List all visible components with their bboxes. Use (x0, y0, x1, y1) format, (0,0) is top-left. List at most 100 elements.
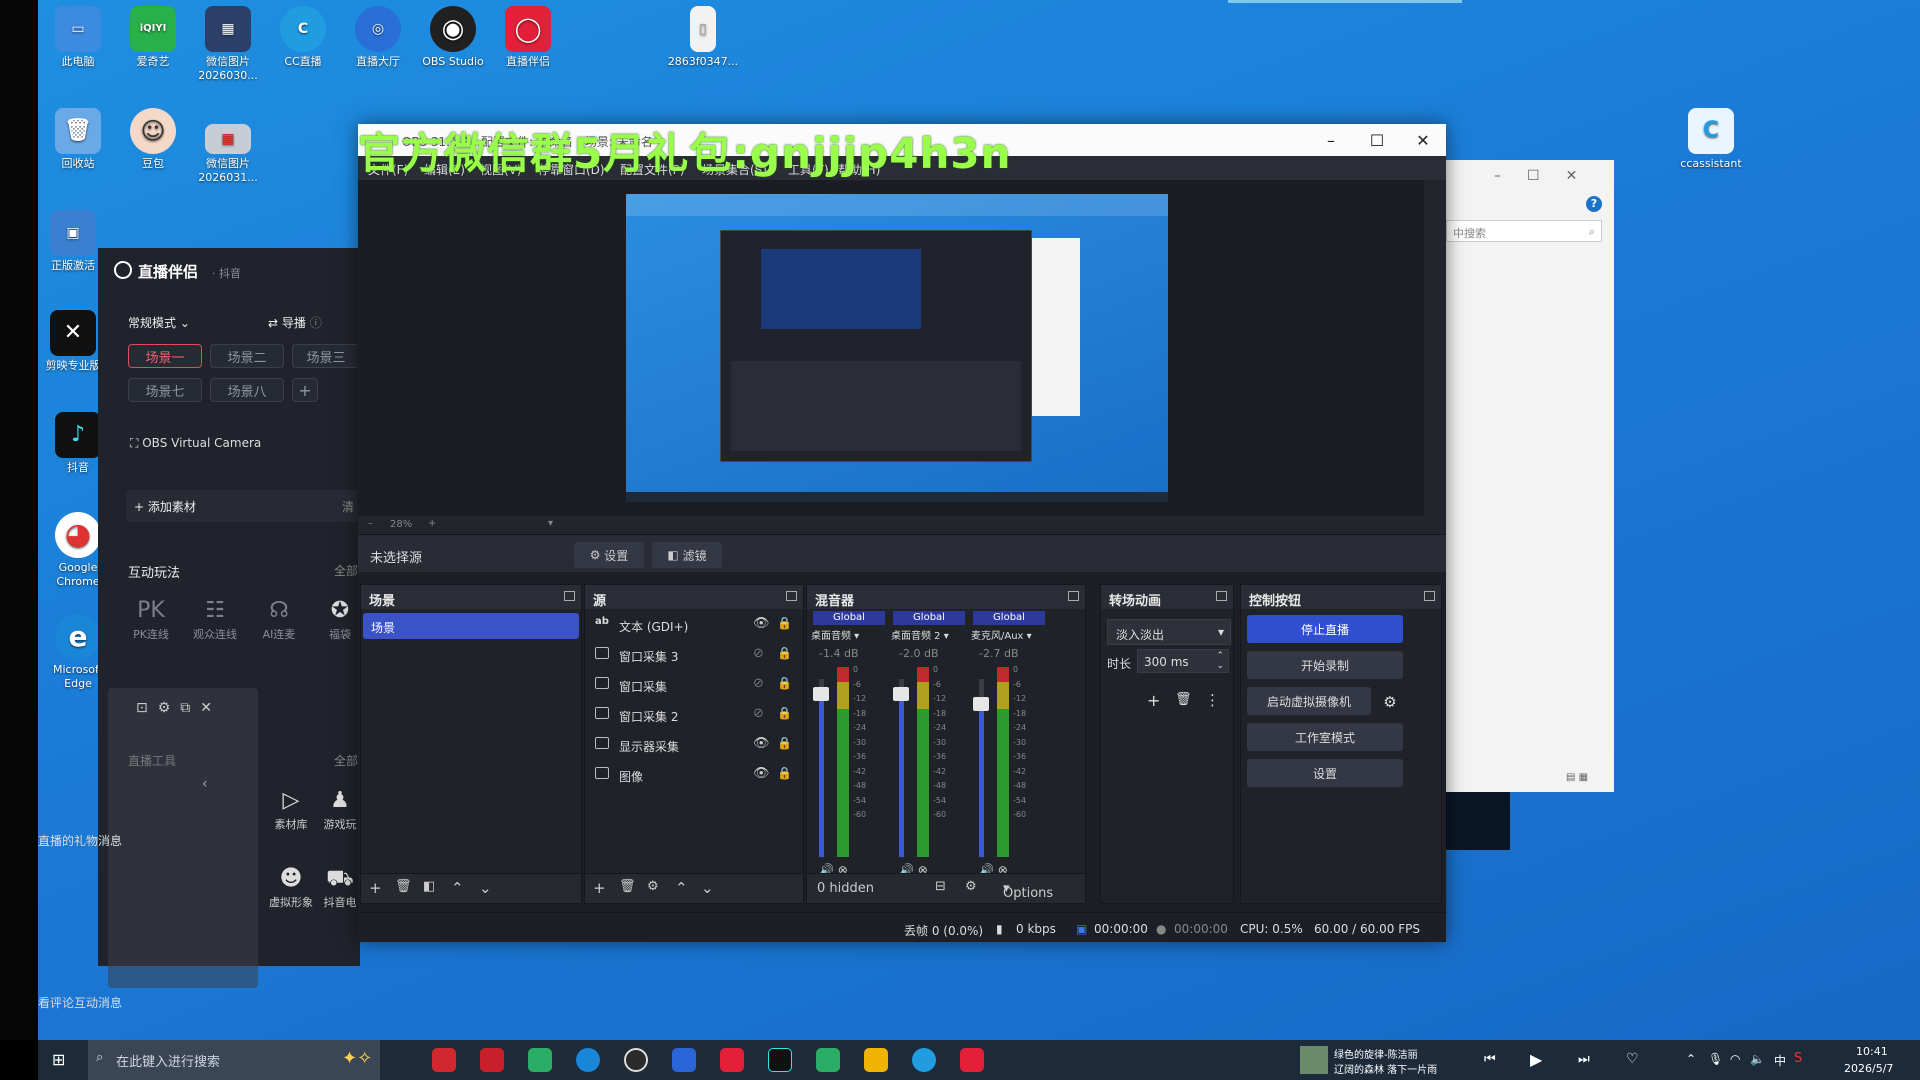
preview-scrollbar[interactable] (1424, 180, 1446, 516)
guide-button[interactable]: ⇄ 导播 ⓘ (268, 314, 322, 331)
channel-name-dropdown[interactable]: 桌面音频 ▾ (811, 627, 859, 642)
desktop-icon-wechat-image-1[interactable]: ▦ 微信图片 2026030... (188, 6, 268, 83)
interactive-all-link[interactable]: 全部 (334, 562, 358, 579)
companion-icon-2[interactable] (960, 1048, 984, 1072)
tool-material-lib[interactable]: ▷ 素材库 (268, 788, 314, 832)
desktop-icon-ccassistant[interactable]: Cccassistant (1671, 108, 1751, 171)
desktop-icon-companion[interactable]: ◯ 直播伴侣 (488, 6, 568, 69)
move-down-icon[interactable]: ⌄ (479, 879, 492, 897)
desktop-icon-live-hall[interactable]: ◎ 直播大厅 (338, 6, 418, 69)
lock-icon[interactable]: 🔒 (777, 736, 792, 750)
ime-indicator[interactable]: 中 (1774, 1052, 1786, 1069)
desktop-icon-wechat-image-2[interactable]: ▦ 微信图片 2026031... (188, 124, 268, 185)
eye-icon[interactable]: 👁 (753, 766, 770, 781)
cc-live-icon[interactable] (912, 1048, 936, 1072)
zoom-out-button[interactable]: – (368, 518, 373, 529)
eye-hidden-icon[interactable]: ⊘ (753, 706, 764, 721)
eye-icon[interactable]: 👁 (753, 616, 770, 631)
desktop-icon-iqiyi[interactable]: iQIYI 爱奇艺 (113, 6, 193, 69)
lock-icon[interactable]: 🔒 (777, 616, 792, 630)
scene-pill-2[interactable]: 场景二 (210, 344, 284, 368)
tray-overflow-icon[interactable]: ⌃ (1686, 1052, 1696, 1066)
desktop-icon-obs[interactable]: ◉ OBS Studio (413, 6, 493, 69)
preview-area[interactable] (358, 180, 1424, 516)
desktop-icon-recycle-bin[interactable]: 🗑 回收站 (38, 108, 118, 171)
zoom-dropdown-icon[interactable]: ▾ (548, 518, 553, 529)
source-item[interactable]: 窗口采集 3 ⊘ 🔒 (591, 643, 795, 667)
window-controls[interactable]: –☐✕ (1494, 168, 1603, 184)
undock-icon[interactable] (1216, 591, 1227, 601)
undock-icon[interactable] (564, 591, 575, 601)
desktop-icon-cc-live[interactable]: C CC直播 (263, 6, 343, 69)
tool-ai-link[interactable]: ☊ AI连麦 (256, 598, 302, 642)
stop-streaming-button[interactable]: 停止直播 (1247, 615, 1403, 643)
tool-pk[interactable]: PK PK连线 (128, 598, 174, 642)
add-transition-icon[interactable]: + (1147, 691, 1160, 710)
eye-hidden-icon[interactable]: ⊘ (753, 646, 764, 661)
volume-icon[interactable]: 🔈 (1750, 1052, 1765, 1066)
lock-icon[interactable]: 🔒 (777, 706, 792, 720)
maximize-button[interactable]: ☐ (1354, 124, 1400, 156)
eye-icon[interactable]: 👁 (753, 736, 770, 751)
undock-icon[interactable] (1424, 591, 1435, 601)
source-item[interactable]: ab 文本 (GDI+) 👁 🔒 (591, 613, 795, 637)
tool-shop[interactable]: ⛟ 抖音电 (320, 866, 360, 910)
explorer-search-input[interactable]: 中搜索 ⌕ (1446, 220, 1602, 242)
virtual-camera-settings-icon[interactable]: ⚙ (1377, 689, 1403, 715)
companion-icon[interactable] (720, 1048, 744, 1072)
source-item[interactable]: 窗口采集 2 ⊘ 🔒 (591, 703, 795, 727)
tool-game[interactable]: ♟ 游戏玩 (320, 788, 360, 832)
overlay-controls[interactable]: ⊡⚙⧉✕ (136, 700, 222, 716)
scene-pill-7[interactable]: 场景七 (128, 378, 202, 402)
desktop-icon-file[interactable]: ▯ 2863f0347... (663, 6, 743, 69)
zoom-in-button[interactable]: + (428, 518, 436, 529)
remove-source-icon[interactable]: 🗑 (619, 879, 636, 894)
kugou-icon[interactable] (672, 1048, 696, 1072)
obs-icon[interactable] (624, 1048, 648, 1072)
wps-icon[interactable] (432, 1048, 456, 1072)
lock-icon[interactable]: 🔒 (777, 676, 792, 690)
heart-icon[interactable]: ♡ (1626, 1051, 1639, 1067)
source-item[interactable]: 窗口采集 ⊘ 🔒 (591, 673, 795, 697)
scene-list-item[interactable]: 场景 (363, 613, 579, 639)
clear-button[interactable]: 清 (342, 498, 354, 515)
sogou-icon[interactable]: S (1794, 1051, 1802, 1066)
volume-slider-handle[interactable] (973, 697, 989, 711)
move-down-icon[interactable]: ⌄ (701, 879, 714, 897)
tool-lucky-bag[interactable]: ✪ 福袋 (320, 598, 360, 642)
help-icon[interactable]: ? (1586, 196, 1602, 212)
desktop-icon-doubao[interactable]: ☺ 豆包 (113, 108, 193, 171)
scene-filter-icon[interactable]: ◧ (423, 879, 435, 894)
remove-scene-icon[interactable]: 🗑 (395, 879, 412, 894)
source-filters-button[interactable]: ◧ 滤镜 (652, 542, 722, 568)
live-tools-all-link[interactable]: 全部 (334, 752, 358, 769)
studio-mode-button[interactable]: 工作室模式 (1247, 723, 1403, 751)
play-icon[interactable]: ▶ (1530, 1050, 1542, 1069)
add-source-icon[interactable]: + (593, 879, 606, 897)
add-material-button[interactable]: + 添加素材 (134, 498, 196, 515)
mixer-options-button[interactable]: Options ▾ (1003, 881, 1053, 901)
mic-icon[interactable]: 🎙 (1708, 1052, 1723, 1066)
eye-hidden-icon[interactable]: ⊘ (753, 676, 764, 691)
netease-music-icon[interactable] (480, 1048, 504, 1072)
scene-pill-1[interactable]: 场景一 (128, 344, 202, 368)
collapse-icon[interactable]: ‹ (202, 776, 208, 792)
lock-icon[interactable]: 🔒 (777, 646, 792, 660)
lock-icon[interactable]: 🔒 (777, 766, 792, 780)
source-obs-virtual-camera[interactable]: ⛶ OBS Virtual Camera (130, 436, 261, 451)
add-scene-icon[interactable]: + (369, 879, 382, 897)
wechat-icon[interactable] (528, 1048, 552, 1072)
desktop-icon-this-pc[interactable]: ▭ 此电脑 (38, 6, 118, 69)
source-settings-button[interactable]: ⚙ 设置 (574, 542, 644, 568)
wifi-icon[interactable]: ◠ (1730, 1052, 1740, 1066)
channel-name-dropdown[interactable]: 麦克风/Aux ▾ (971, 627, 1032, 642)
mixer-layout-icon[interactable]: ⊟ (935, 879, 946, 894)
douyin-icon[interactable] (768, 1048, 792, 1072)
clock-date[interactable]: 2026/5/7 (1844, 1062, 1893, 1075)
clock-time[interactable]: 10:41 (1856, 1045, 1888, 1058)
taskbar-search-input[interactable]: ⌕ 在此键入进行搜索 ✦✧ (88, 1040, 380, 1080)
move-up-icon[interactable]: ⌃ (451, 879, 464, 897)
tool-avatar[interactable]: ☻ 虚拟形象 (268, 866, 314, 910)
next-track-icon[interactable]: ⏭ (1578, 1052, 1590, 1067)
scene-pill-8[interactable]: 场景八 (210, 378, 284, 402)
